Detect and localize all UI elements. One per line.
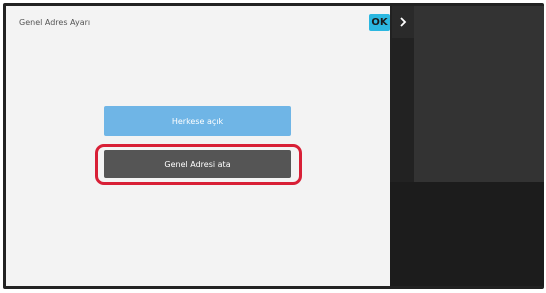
assign-public-address-button[interactable]: Genel Adresi ata (104, 150, 291, 178)
dialog-title: Genel Adres Ayarı (19, 18, 91, 27)
open-to-all-button[interactable]: Herkese açık (104, 106, 291, 136)
ok-button[interactable]: OK (369, 14, 390, 31)
right-lower-area (390, 182, 544, 286)
side-panel-toggle[interactable] (392, 6, 414, 38)
device-screen: Genel Adres Ayarı OK Herkese açık Genel … (0, 0, 546, 293)
chevron-right-icon (399, 17, 407, 27)
right-preview-panel (414, 6, 544, 182)
